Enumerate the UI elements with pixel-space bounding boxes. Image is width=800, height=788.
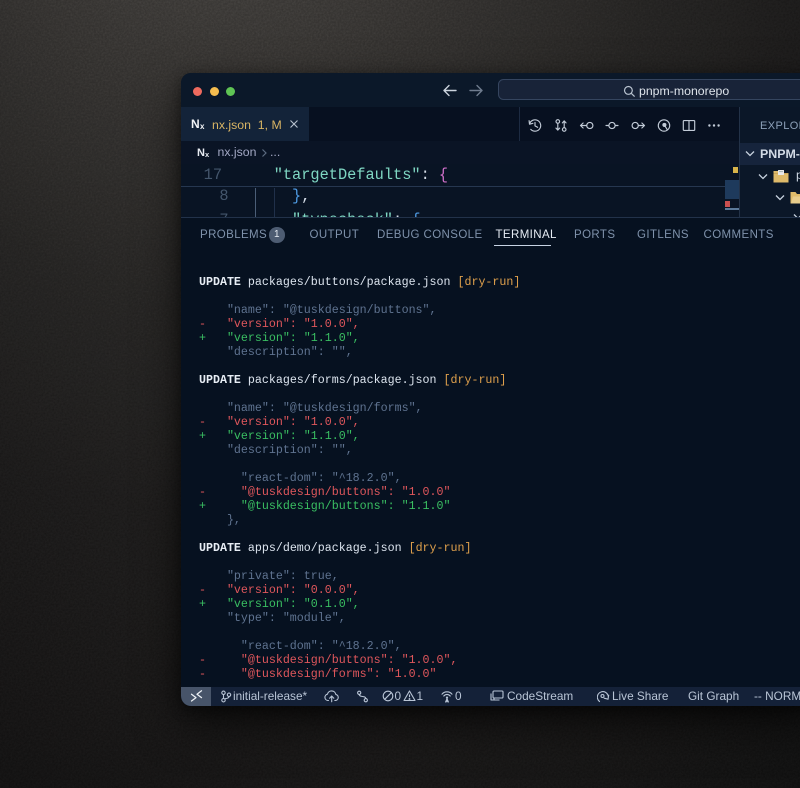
svg-text:N: N	[197, 147, 205, 159]
svg-text:N: N	[191, 117, 200, 131]
svg-text:x: x	[205, 150, 210, 159]
svg-text:x: x	[200, 122, 205, 131]
